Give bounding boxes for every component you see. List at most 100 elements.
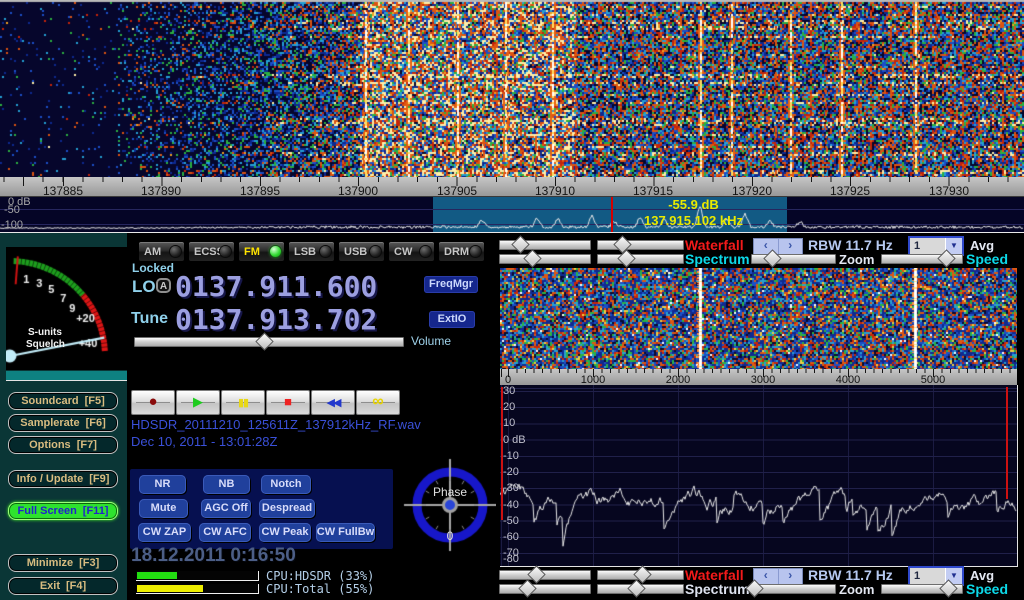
speed-label: Speed — [966, 253, 1008, 266]
speed-slider[interactable] — [881, 254, 963, 264]
nb-button[interactable]: NB — [203, 475, 250, 494]
mode-button-fm[interactable]: FM — [238, 241, 285, 262]
rf-freq-tick: 137930 — [929, 184, 969, 198]
samplerate-button[interactable]: Samplerate[F6] — [8, 414, 118, 432]
extio-button[interactable]: ExtIO — [429, 311, 475, 328]
spectrum-offset-slider[interactable] — [597, 254, 684, 264]
waterfall-contrast-slider[interactable] — [597, 240, 684, 250]
notch-button[interactable]: Notch — [261, 475, 311, 494]
spin-right-icon[interactable]: › — [778, 569, 803, 584]
spectrum-label: Spectrum — [685, 583, 750, 596]
rf-frequency-scale[interactable]: 137885 137890 137895 137900 137905 13791… — [0, 177, 1024, 197]
cw-zap-button[interactable]: CW ZAP — [138, 523, 191, 542]
mode-button-drm[interactable]: DRM — [438, 241, 485, 262]
af-db-label: -40 — [503, 500, 519, 511]
full-screen-button[interactable]: Full Screen[F11] — [8, 502, 118, 520]
center-panel: AM ECSS FM LSB USB CW DRM Locked LO A 01… — [127, 233, 496, 600]
rf-db-label: -50 — [4, 205, 20, 216]
lo-auto-lock-button[interactable]: A — [156, 278, 171, 293]
af-db-label: -20 — [503, 467, 519, 478]
mode-led — [170, 246, 181, 257]
avg-select[interactable]: 1 ▼ — [908, 236, 964, 256]
record-button[interactable]: ● — [131, 390, 175, 415]
mode-led — [420, 246, 431, 257]
freqmgr-button[interactable]: FreqMgr — [424, 276, 478, 293]
s-meter[interactable] — [6, 247, 127, 370]
minimize-button[interactable]: Minimize[F3] — [8, 554, 118, 572]
rbw-spinner[interactable]: ‹ › — [753, 568, 803, 585]
nr-button[interactable]: NR — [139, 475, 186, 494]
avg-select[interactable]: 1 ▼ — [908, 566, 964, 586]
loop-button[interactable]: ∞ — [356, 390, 400, 415]
rf-freq-tick: 137890 — [141, 184, 181, 198]
mode-led — [370, 246, 381, 257]
rf-freq-tick: 137895 — [240, 184, 280, 198]
lo-frequency-display[interactable]: 0137.911.600 — [175, 270, 377, 303]
mode-button-lsb[interactable]: LSB — [288, 241, 335, 262]
zoom-slider[interactable] — [751, 584, 836, 594]
volume-label: Volume — [411, 334, 451, 348]
spectrum-offset-slider[interactable] — [597, 584, 684, 594]
mode-button-usb[interactable]: USB — [338, 241, 385, 262]
stop-button[interactable]: ■ — [266, 390, 310, 415]
volume-slider[interactable] — [134, 337, 404, 347]
spectrum-range-slider[interactable] — [499, 254, 591, 264]
rewind-button[interactable]: ◀◀ — [311, 390, 355, 415]
af-db-label: -60 — [503, 532, 519, 543]
spectrum-range-slider[interactable] — [499, 584, 591, 594]
despread-button[interactable]: Despread — [259, 499, 315, 518]
cw-fullbw-button[interactable]: CW FullBw — [316, 523, 375, 542]
play-button[interactable]: ▶ — [176, 390, 220, 415]
agc-button[interactable]: AGC Off — [201, 499, 251, 518]
soundcard-button[interactable]: Soundcard[F5] — [8, 392, 118, 410]
info-update-button[interactable]: Info / Update[F9] — [8, 470, 118, 488]
clock-display: 18.12.2011 0:16:50 — [131, 545, 296, 567]
af-db-label: 0 dB — [503, 435, 526, 446]
rf-spectrum-display[interactable]: 0 dB -50 -100 -55.9 dB 137.915.102 kHz — [0, 197, 1024, 233]
waterfall-contrast-slider[interactable] — [597, 570, 684, 580]
exit-button[interactable]: Exit[F4] — [8, 577, 118, 595]
waterfall-brightness-slider[interactable] — [499, 570, 591, 580]
zoom-label: Zoom — [839, 583, 874, 596]
mode-button-am[interactable]: AM — [138, 241, 185, 262]
af-frequency-scale[interactable]: 0 1000 2000 3000 4000 5000 — [500, 369, 1017, 385]
af-spectrum-trace — [500, 385, 1017, 566]
af-db-label: -30 — [503, 483, 519, 494]
tune-frequency-display[interactable]: 0137.913.702 — [175, 303, 377, 336]
af-db-label: -10 — [503, 451, 519, 462]
cw-peak-button[interactable]: CW Peak — [259, 523, 311, 542]
recording-filename: HDSDR_20111210_125611Z_137912kHz_RF.wav — [131, 417, 421, 432]
spectrum-label: Spectrum — [685, 253, 750, 266]
avg-select-value: 1 — [910, 238, 945, 254]
af-spectrum-display[interactable]: 30 20 10 0 dB -10 -20 -30 -40 -50 -60 -7… — [500, 385, 1018, 567]
dsp-panel: NR NB Notch Mute AGC Off Despread CW ZAP… — [130, 469, 393, 549]
speed-slider[interactable] — [881, 584, 963, 594]
zoom-slider[interactable] — [751, 254, 836, 264]
rf-freq-tick: 137885 — [43, 184, 83, 198]
slider-thumb[interactable] — [511, 235, 529, 253]
mode-button-cw[interactable]: CW — [388, 241, 435, 262]
cursor-readout: -55.9 dB 137.915.102 kHz — [596, 197, 791, 229]
pause-button[interactable]: ▮▮ — [221, 390, 265, 415]
rf-freq-tick: 137910 — [535, 184, 575, 198]
phase-label: Phase — [433, 485, 467, 499]
af-db-label: 10 — [503, 418, 515, 429]
smeter-squelch-label: Squelch — [26, 339, 65, 350]
playback-controls: ● ▶ ▮▮ ■ ◀◀ ∞ — [131, 390, 411, 413]
slider-thumb[interactable] — [524, 249, 542, 267]
cw-afc-button[interactable]: CW AFC — [199, 523, 251, 542]
rewind-icon: ◀◀ — [327, 397, 340, 409]
spin-right-icon[interactable]: › — [778, 239, 803, 254]
waterfall-brightness-slider[interactable] — [499, 240, 591, 250]
af-db-label: 20 — [503, 402, 515, 413]
loop-icon: ∞ — [372, 393, 383, 410]
mute-button[interactable]: Mute — [139, 499, 188, 518]
options-button[interactable]: Options[F7] — [8, 436, 118, 454]
rf-scale-minor-ticks — [0, 177, 1024, 182]
af-waterfall-display[interactable] — [500, 268, 1017, 369]
rf-waterfall-display[interactable] — [0, 0, 1024, 177]
mode-button-ecss[interactable]: ECSS — [188, 241, 235, 262]
rf-freq-tick: 137905 — [437, 184, 477, 198]
rbw-spinner[interactable]: ‹ › — [753, 238, 803, 255]
af-panel: Waterfall ‹ › RBW 11.7 Hz 1 ▼ Avg Spectr… — [496, 233, 1024, 600]
